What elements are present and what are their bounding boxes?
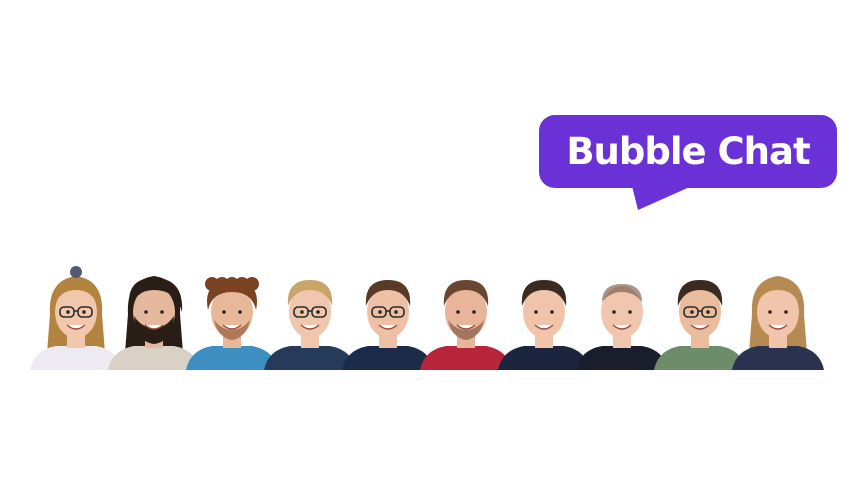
logo-text: Bubble Chat — [566, 130, 810, 173]
bubble-chat-logo: Bubble Chat — [539, 115, 837, 188]
team-photo-strip — [26, 262, 832, 370]
logo-speech-tail — [632, 186, 692, 210]
team-member-portrait — [728, 262, 828, 370]
